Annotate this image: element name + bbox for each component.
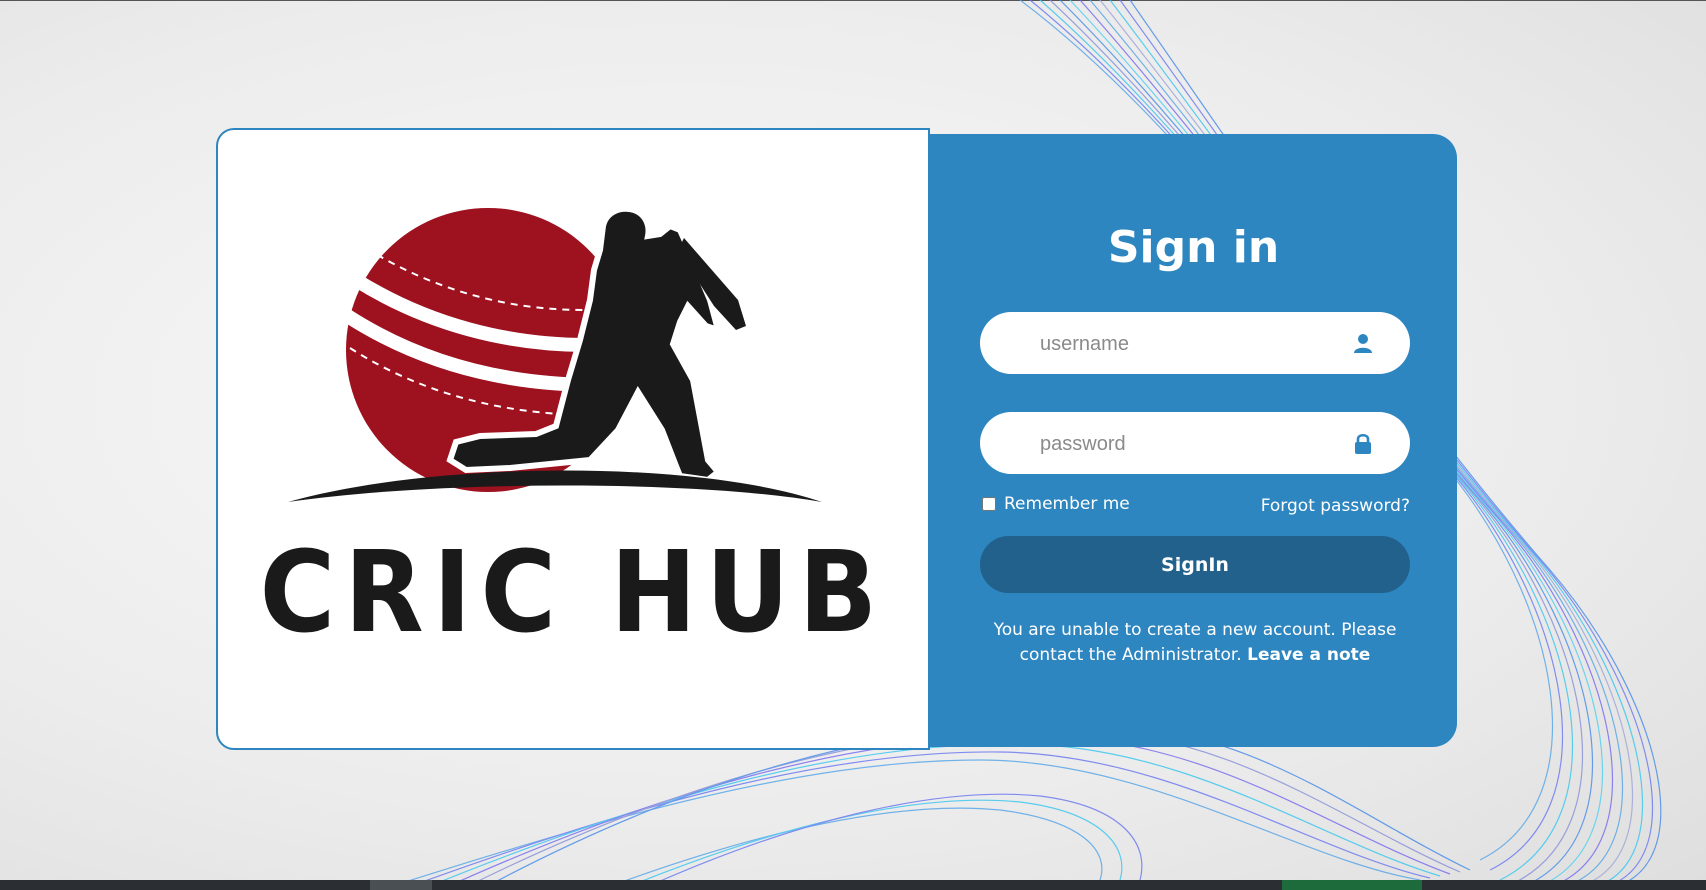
signin-button[interactable]: SignIn bbox=[980, 536, 1410, 593]
options-row: Remember me Forgot password? bbox=[980, 494, 1410, 522]
username-field[interactable] bbox=[980, 312, 1410, 376]
forgot-password-link[interactable]: Forgot password? bbox=[1261, 496, 1410, 516]
password-input[interactable] bbox=[1038, 412, 1362, 476]
leave-note-link[interactable]: Leave a note bbox=[1247, 645, 1370, 665]
password-field[interactable] bbox=[980, 412, 1410, 476]
cricket-logo bbox=[288, 205, 822, 502]
logo-card: CRIC HUB bbox=[216, 128, 930, 750]
taskbar-item[interactable] bbox=[370, 880, 432, 890]
account-note: You are unable to create a new account. … bbox=[970, 618, 1420, 668]
remember-me-checkbox[interactable] bbox=[982, 497, 996, 511]
logo-text: CRIC HUB bbox=[259, 528, 887, 658]
taskbar bbox=[0, 880, 1706, 890]
remember-me-label: Remember me bbox=[1004, 494, 1130, 514]
user-icon bbox=[1354, 334, 1372, 353]
lock-icon bbox=[1355, 433, 1371, 454]
remember-me[interactable]: Remember me bbox=[980, 494, 1130, 514]
signin-panel: Sign in Remember me Forgot password? Sig… bbox=[930, 134, 1457, 747]
username-input[interactable] bbox=[1038, 312, 1362, 376]
signin-title: Sign in bbox=[1107, 222, 1280, 273]
taskbar-network-item[interactable] bbox=[1282, 880, 1422, 890]
